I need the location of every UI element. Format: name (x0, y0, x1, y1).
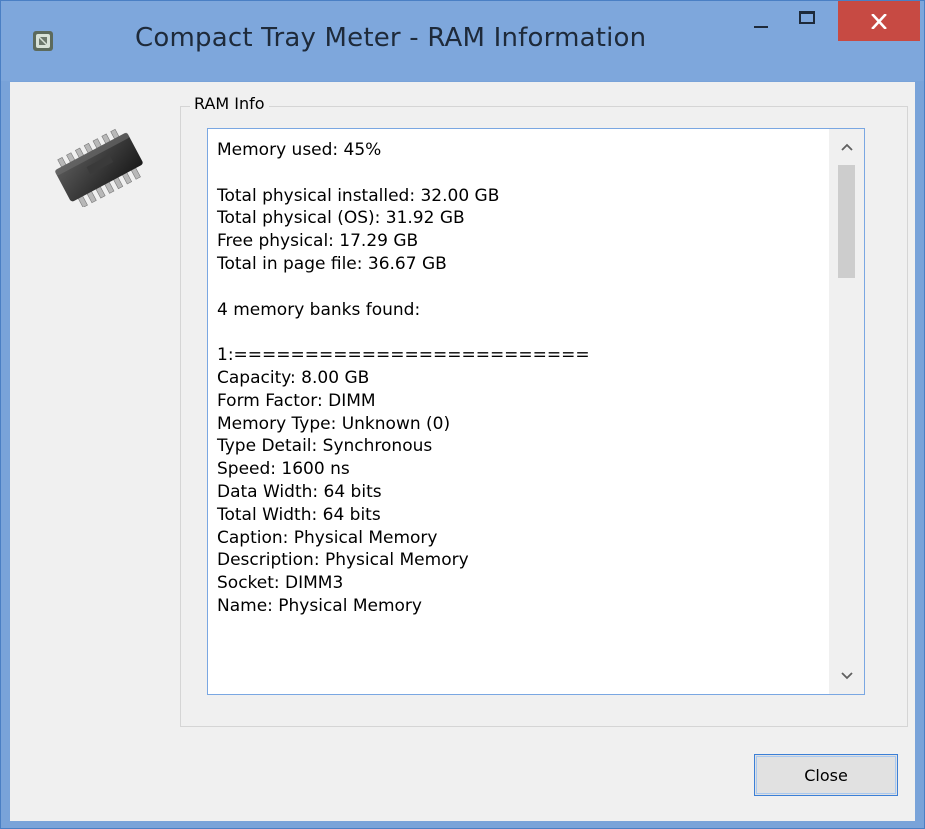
minimize-icon (754, 26, 768, 28)
ram-info-line: Total physical (OS): 31.92 GB (217, 208, 465, 229)
ram-info-textbox[interactable]: Memory used: 45% Total physical installed… (207, 128, 865, 695)
ram-info-line: Speed: 1600 ns (217, 459, 350, 480)
ram-info-line: 4 memory banks found: (217, 299, 421, 320)
close-window-button[interactable] (838, 1, 920, 41)
vertical-scrollbar[interactable] (829, 129, 864, 694)
window-title: Compact Tray Meter - RAM Information (135, 23, 647, 53)
maximize-icon (799, 11, 815, 24)
ram-info-line (217, 162, 827, 185)
memory-chip-icon (45, 127, 155, 208)
ram-info-line (217, 276, 827, 299)
window: Compact Tray Meter - RAM Information RAM… (0, 0, 925, 829)
title-bar[interactable]: Compact Tray Meter - RAM Information (1, 1, 924, 81)
ram-info-line: Name: Physical Memory (217, 595, 422, 616)
app-icon[interactable] (31, 29, 55, 53)
scroll-up-button[interactable] (829, 129, 864, 165)
scroll-thumb[interactable] (838, 165, 855, 278)
ram-info-lines: Memory used: 45% Total physical installed… (217, 139, 827, 618)
ram-info-line: Description: Physical Memory (217, 550, 469, 571)
ram-info-line: Memory Type: Unknown (0) (217, 413, 451, 434)
group-label: RAM Info (190, 94, 269, 113)
ram-info-line (217, 321, 827, 344)
chevron-down-icon (840, 672, 853, 680)
ram-info-line: Total physical installed: 32.00 GB (217, 185, 500, 206)
ram-info-line: Socket: DIMM3 (217, 573, 344, 594)
ram-info-line: Form Factor: DIMM (217, 390, 376, 411)
scroll-down-button[interactable] (829, 658, 864, 694)
close-icon (871, 14, 887, 29)
ram-info-line: 1:========================= (217, 345, 590, 366)
ram-info-line: Memory used: 45% (217, 140, 382, 160)
chevron-up-icon (840, 143, 853, 151)
ram-info-line: Data Width: 64 bits (217, 481, 382, 502)
ram-info-line: Type Detail: Synchronous (217, 436, 433, 457)
close-button-label: Close (804, 765, 848, 785)
ram-info-line: Total Width: 64 bits (217, 504, 381, 525)
ram-info-line: Total in page file: 36.67 GB (217, 253, 447, 274)
ram-info-line: Capacity: 8.00 GB (217, 367, 370, 388)
dialog-body: RAM Info Memory used: 45% Total physical … (10, 82, 915, 821)
ram-info-line: Free physical: 17.29 GB (217, 231, 419, 252)
close-button[interactable]: Close (754, 754, 898, 796)
maximize-button[interactable] (787, 1, 832, 43)
minimize-button[interactable] (739, 1, 784, 43)
ram-info-line: Caption: Physical Memory (217, 527, 438, 548)
